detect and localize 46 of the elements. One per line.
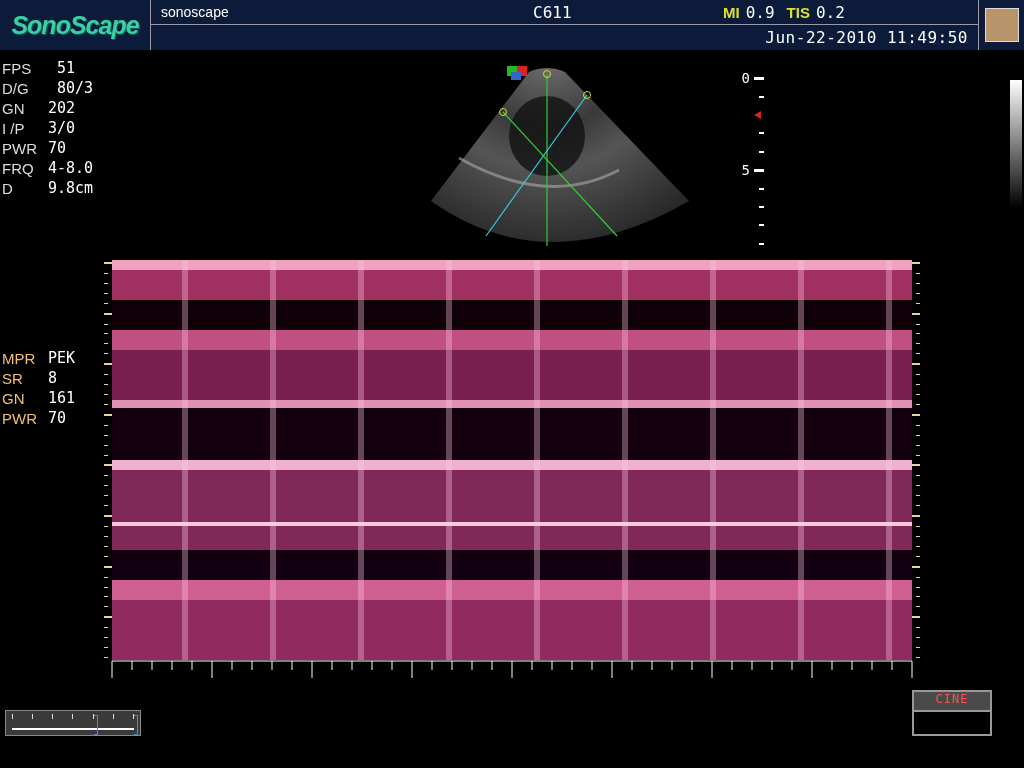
parameter-label: D bbox=[1, 179, 14, 197]
parameter-label: I /P bbox=[1, 119, 26, 137]
parameter-value: 8 bbox=[48, 369, 58, 387]
parameter-label: PWR bbox=[1, 409, 38, 427]
parameter-label: MPR bbox=[1, 349, 37, 367]
cine-scrollbar[interactable] bbox=[5, 710, 141, 736]
probe-name: C611 bbox=[533, 2, 573, 22]
parameter-value: 51 bbox=[56, 59, 76, 77]
parameter-label: D/G bbox=[1, 79, 30, 97]
parameter-value: 70 bbox=[48, 139, 67, 157]
parameter-value: 70 bbox=[48, 409, 67, 427]
date-time: Jun-22-2010 11:49:50 bbox=[765, 28, 968, 47]
parameter-label: FPS bbox=[1, 59, 33, 77]
parameter-value: 80/3 bbox=[56, 79, 94, 97]
cine-label: CINE bbox=[914, 692, 990, 712]
depth-tick bbox=[759, 242, 764, 245]
parameter-value: 202 bbox=[48, 99, 76, 117]
tis-label: TIS bbox=[786, 3, 810, 21]
depth-label: 0 bbox=[741, 70, 750, 87]
parameter-value: 4-8.0 bbox=[48, 159, 94, 177]
orientation-marker-icon bbox=[507, 66, 527, 80]
photo-placeholder bbox=[984, 8, 1019, 42]
mi-label: MI bbox=[723, 3, 740, 21]
parameter-value: PEK bbox=[48, 349, 76, 367]
parameter-label: SR bbox=[1, 369, 24, 387]
depth-tick bbox=[759, 150, 764, 153]
tis-value: 0.2 bbox=[815, 2, 845, 22]
parameter-label: PWR bbox=[1, 139, 38, 157]
parameter-value: 161 bbox=[48, 389, 76, 407]
mi-value: 0.9 bbox=[745, 2, 775, 22]
depth-label: 5 bbox=[741, 162, 750, 179]
focus-marker-icon bbox=[754, 110, 761, 119]
depth-tick bbox=[754, 168, 764, 172]
depth-tick bbox=[754, 76, 764, 80]
depth-tick bbox=[759, 187, 764, 190]
parameter-value: 9.8cm bbox=[48, 179, 94, 197]
depth-tick bbox=[759, 205, 764, 208]
parameter-label: FRQ bbox=[1, 159, 35, 177]
parameter-value: 3/0 bbox=[48, 119, 76, 137]
depth-tick bbox=[759, 224, 764, 227]
brand-logo: SonoScape bbox=[11, 10, 139, 40]
depth-tick bbox=[759, 95, 764, 98]
depth-tick bbox=[759, 132, 764, 135]
parameter-label: GN bbox=[1, 99, 26, 117]
hospital-name: sonoscape bbox=[161, 4, 230, 20]
parameter-label: GN bbox=[1, 389, 26, 407]
